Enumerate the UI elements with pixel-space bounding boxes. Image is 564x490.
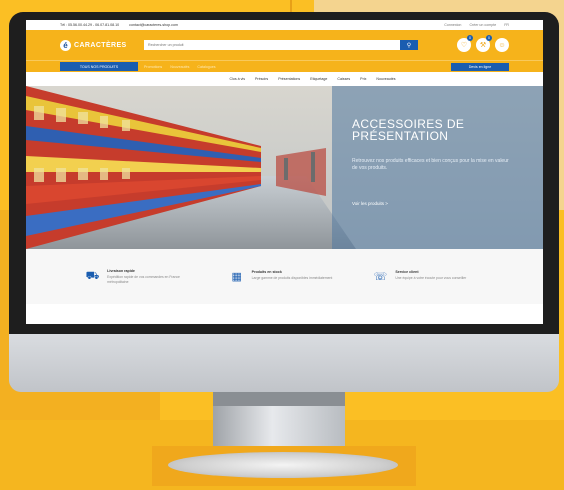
heart-icon: ♡ xyxy=(460,42,468,49)
feature-title: Livraison rapide xyxy=(107,269,135,273)
stock-icon: ▦ xyxy=(231,270,242,283)
hero-description: Retrouvez nos produits efficaces et bien… xyxy=(352,158,509,171)
monitor-stand-base xyxy=(168,452,398,478)
logo-mark: é xyxy=(60,39,71,51)
monitor-stand-shadow xyxy=(213,392,345,406)
menu-item[interactable]: Caisses xyxy=(337,77,350,81)
email-text[interactable]: contact@caracteres-shop.com xyxy=(129,23,178,27)
site-logo[interactable]: é CARACTÈRES xyxy=(60,39,148,51)
monitor-chin xyxy=(9,334,559,392)
feature-title: Service client xyxy=(395,269,419,274)
menu-item[interactable]: Clos à vis xyxy=(229,77,245,81)
feature-item: ⛟ Livraison rapide Expédition rapide de v… xyxy=(84,269,198,284)
menu-item[interactable]: Présentations xyxy=(278,77,300,81)
language-link[interactable]: FR xyxy=(504,23,509,27)
menu-item[interactable]: Etiquetage xyxy=(310,77,327,81)
monitor-bezel: Tél : 05.56.00.44.29 - 06.07.81.08.10 co… xyxy=(9,12,559,334)
login-link[interactable]: Connexion xyxy=(444,23,461,27)
site-nav: TOUS NOS PRODUITS Promotions Nouveautés … xyxy=(26,60,543,72)
desktop-monitor: Tél : 05.56.00.44.29 - 06.07.81.08.10 co… xyxy=(9,12,564,392)
menu-item[interactable]: Nouveautés xyxy=(376,77,395,81)
cart-badge: 0 xyxy=(486,35,492,41)
feature-desc: Une équipe à votre écoute pour vous cons… xyxy=(395,275,467,280)
hero-cta-link[interactable]: Voir les produits > xyxy=(352,201,388,206)
account-button[interactable]: ☺ xyxy=(495,38,509,52)
user-icon: ☺ xyxy=(498,41,506,49)
nav-link-catalogues[interactable]: Catalogues xyxy=(197,65,215,69)
menu-item[interactable]: Présoirs xyxy=(255,77,268,81)
monitor-screen: Tél : 05.56.00.44.29 - 06.07.81.08.10 co… xyxy=(26,20,543,324)
truck-icon: ⛟ xyxy=(85,270,100,282)
all-products-button[interactable]: TOUS NOS PRODUITS xyxy=(60,62,138,71)
hero-title: ACCESSOIRES DE PRÉSENTATION xyxy=(352,117,465,143)
nav-link-nouveautes[interactable]: Nouveautés xyxy=(170,65,189,69)
wishlist-button[interactable]: ♡ 0 xyxy=(457,35,473,52)
search-button[interactable]: ⚲ xyxy=(400,40,418,50)
wishlist-badge: 0 xyxy=(467,35,473,41)
category-menu: Clos à vis Présoirs Présentations Etique… xyxy=(26,72,543,86)
features-row: ⛟ Livraison rapide Expédition rapide de v… xyxy=(26,249,543,304)
search-bar: ⚲ xyxy=(144,40,418,50)
site-topbar: Tél : 05.56.00.44.29 - 06.07.81.08.10 co… xyxy=(26,20,543,30)
search-input[interactable] xyxy=(144,40,400,50)
menu-item[interactable]: Prix xyxy=(360,77,366,81)
feature-title: Produits en stock xyxy=(251,269,282,274)
search-icon: ⚲ xyxy=(406,42,412,49)
hero-banner: ACCESSOIRES DE PRÉSENTATION Retrouvez no… xyxy=(26,86,543,249)
cart-icon: ⚒ xyxy=(479,42,487,49)
phone-text: Tél : 05.56.00.44.29 - 06.07.81.08.10 xyxy=(60,23,120,27)
service-icon: ☏ xyxy=(373,270,388,283)
feature-item: ▦ Produits en stock Large gamme de produi… xyxy=(228,270,342,284)
logo-text: CARACTÈRES xyxy=(74,41,127,49)
quote-button[interactable]: Devis en ligne xyxy=(451,62,509,71)
feature-item: ☏ Service client Une équipe à votre écout… xyxy=(371,270,485,284)
cart-button[interactable]: ⚒ 0 xyxy=(476,35,492,52)
feature-desc: Large gamme de produits disponibles immé… xyxy=(251,275,333,280)
nav-link-promotions[interactable]: Promotions xyxy=(144,65,162,69)
feature-desc: Expédition rapide de vos commandes en Fr… xyxy=(107,275,180,284)
register-link[interactable]: Créer un compte xyxy=(469,23,496,27)
site-header: é CARACTÈRES ⚲ ♡0 ⚒0 ☺ xyxy=(26,30,543,60)
